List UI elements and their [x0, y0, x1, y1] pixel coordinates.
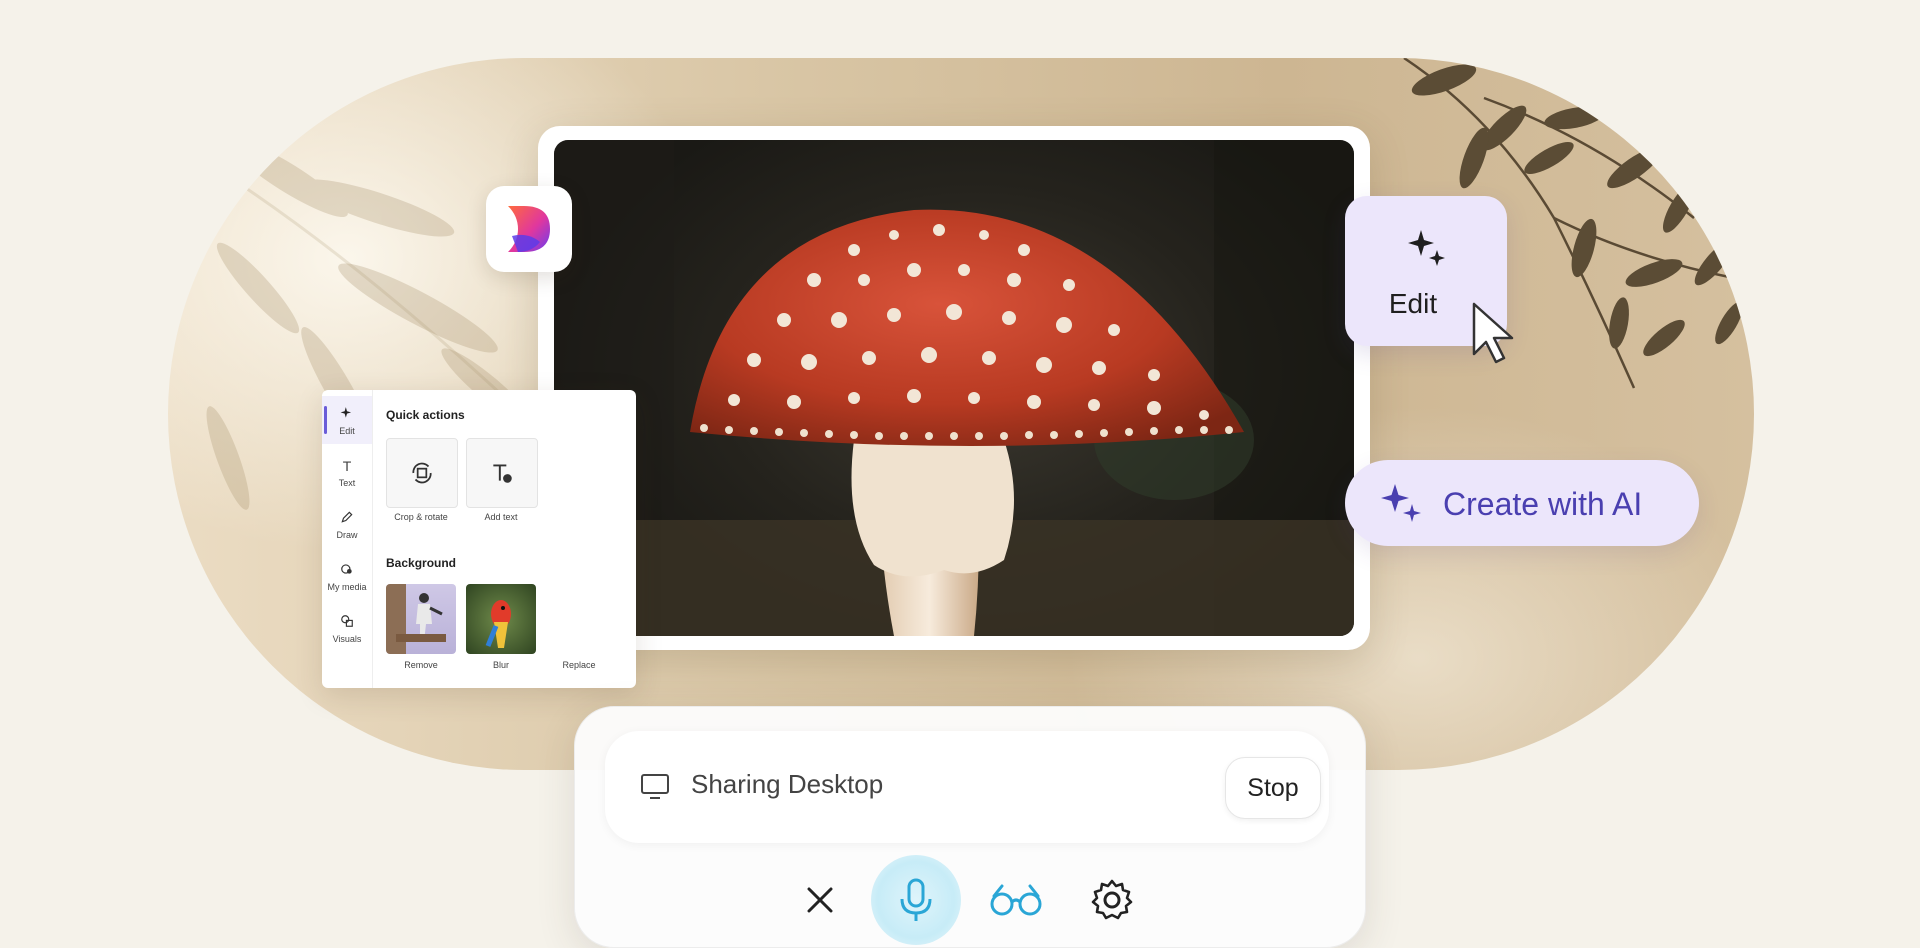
add-text-icon [493, 464, 512, 483]
mushroom-photo [554, 140, 1354, 636]
sparkle-icon [1408, 230, 1445, 266]
screen-share-bar: Sharing Desktop Stop [574, 706, 1366, 948]
rail-item-label: Draw [336, 530, 358, 540]
edit-side-panel: Edit T Text Draw My media Visuals Quick … [322, 390, 636, 688]
quick-actions-heading: Quick actions [386, 408, 465, 422]
pen-icon [322, 510, 372, 530]
rail-item-edit[interactable]: Edit [322, 396, 372, 444]
microphone-button[interactable] [871, 855, 961, 945]
background-heading: Background [386, 556, 457, 570]
rail-item-draw[interactable]: Draw [322, 500, 372, 548]
microphone-icon [900, 878, 932, 921]
edit-label: Edit [1388, 288, 1438, 319]
stop-sharing-button[interactable]: Stop [1225, 757, 1321, 819]
mushroom-image [554, 140, 1354, 636]
blur-label: Blur [492, 660, 509, 670]
blur-background-button[interactable] [466, 584, 536, 654]
crop-rotate-label: Crop & rotate [394, 512, 448, 522]
rail-item-label: Text [338, 478, 356, 488]
rail-item-my-media[interactable]: My media [322, 552, 372, 600]
media-icon [322, 562, 372, 582]
sparkle-icon [1381, 484, 1421, 522]
settings-icon [1091, 879, 1133, 920]
rail-item-label: Edit [339, 426, 355, 436]
rail-item-label: My media [327, 582, 367, 592]
glasses-icon [990, 884, 1042, 916]
create-with-ai-label: Create with AI [1443, 486, 1643, 522]
close-button[interactable] [775, 855, 865, 945]
panel-rail: Edit T Text Draw My media Visuals [322, 390, 373, 688]
add-text-label: Add text [484, 512, 518, 522]
rail-item-text[interactable]: T Text [322, 448, 372, 496]
monitor-icon [641, 774, 669, 799]
mouse-cursor-icon [1472, 302, 1514, 364]
rail-item-visuals[interactable]: Visuals [322, 604, 372, 652]
replace-label[interactable]: Replace [536, 660, 622, 670]
remove-label: Remove [404, 660, 438, 670]
person-thumbnail [386, 584, 446, 654]
vision-button[interactable] [971, 855, 1061, 945]
app-logo [486, 186, 572, 272]
create-with-ai-button[interactable]: Create with AI [1345, 460, 1699, 546]
text-icon: T [342, 458, 352, 474]
crop-rotate-button[interactable] [386, 438, 458, 508]
remove-background-button[interactable] [386, 584, 456, 654]
parrot-thumbnail [485, 600, 511, 648]
crop-rotate-icon [412, 462, 432, 484]
sparkle-icon [322, 406, 372, 426]
logo-icon [508, 206, 550, 252]
rail-item-label: Visuals [332, 634, 362, 644]
sharing-status-row: Sharing Desktop Stop [605, 731, 1329, 843]
photo-canvas[interactable] [538, 126, 1370, 650]
close-icon [807, 887, 833, 913]
shapes-icon [322, 614, 372, 634]
add-text-button[interactable] [466, 438, 538, 508]
settings-button[interactable] [1067, 855, 1157, 945]
sharing-status-text: Sharing Desktop [691, 769, 884, 799]
